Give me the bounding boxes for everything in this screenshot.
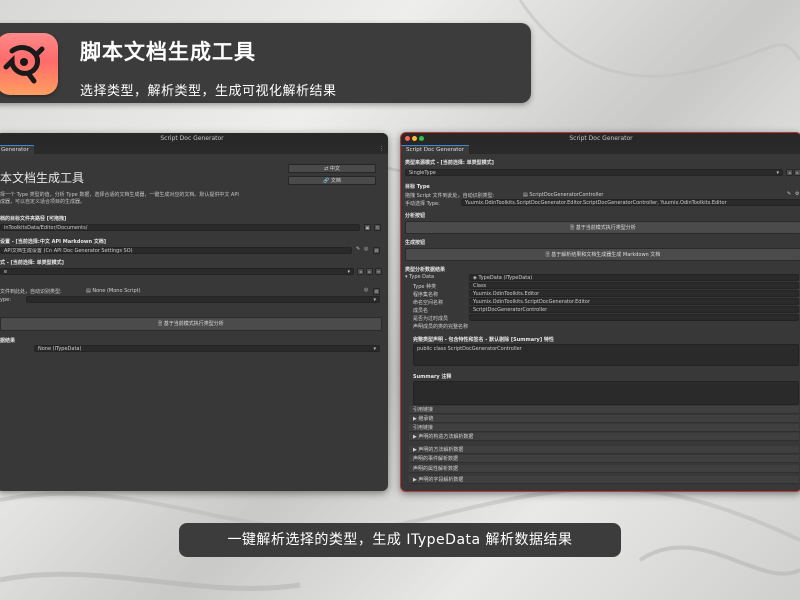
full-declaration-label: 完整类型声明 - 包含特性和签名 - 默认剔除 [Summary] 特性: [413, 337, 554, 343]
source-mode-label: 类型来源模式 - [当前选择: 单类型模式]: [405, 160, 494, 166]
next-icon[interactable]: ▸: [366, 268, 373, 275]
chevron-down-icon: ▾: [776, 170, 779, 176]
feature-caption: 一键解析选择的类型，生成 ITypeData 解析数据结果: [179, 523, 621, 557]
generate-markdown-button[interactable]: 🗎 基于解析结果和文档生成器生成 Markdown 文档: [405, 248, 800, 261]
full-declaration-field[interactable]: public class ScriptDocGeneratorControlle…: [413, 344, 799, 366]
type-label: ype:: [0, 297, 11, 303]
prop-value[interactable]: ScriptDocGeneratorController: [469, 306, 799, 313]
settings-icon[interactable]: ⚙: [373, 247, 380, 254]
result-label: 据结果: [0, 338, 16, 344]
drag-object-field[interactable]: ▤ ScriptDocGeneratorController: [523, 192, 603, 198]
description-line-2: 成器，可以自定义适合项目的生成器。: [0, 199, 86, 205]
tab-generator[interactable]: Generator: [0, 145, 34, 155]
chevron-down-icon: ▾: [347, 269, 350, 275]
target-icon[interactable]: ◎: [364, 287, 368, 293]
mode-dropdown[interactable]: e ▾: [0, 268, 354, 275]
type-dropdown[interactable]: ▾: [26, 296, 380, 303]
prev-icon[interactable]: ◂: [357, 268, 364, 275]
foldout-row[interactable]: 声明的事件解析数据: [409, 455, 799, 463]
generator-settings-label: 设置 - [当前选择:中文 API Markdown 文档]: [0, 239, 107, 245]
type-data-foldout[interactable]: ▾ Type Data: [405, 274, 434, 280]
settings-icon[interactable]: ⚙: [373, 288, 380, 295]
window-titlebar: Script Doc Generator: [0, 133, 388, 145]
window-title: Script Doc Generator: [160, 135, 224, 142]
prop-value[interactable]: Yuumix.OdinToolkits.Editor: [469, 290, 799, 297]
prop-label: 声明成员的类的完整名称: [413, 324, 469, 330]
generate-section-label: 生成按钮: [405, 240, 426, 246]
foldout-row[interactable]: ▶ 声明的构造方法解析数据: [409, 433, 799, 441]
link-icon: 🔗: [323, 178, 331, 184]
result-section-label: 类型分析数据结果: [405, 267, 446, 273]
manual-select-label: 手动选择 Type:: [405, 201, 440, 207]
menu-icon[interactable]: ≡: [375, 268, 382, 275]
source-mode-dropdown[interactable]: SingleType ▾: [405, 169, 783, 176]
doc-button[interactable]: 🔗 文档: [288, 176, 376, 185]
zoom-window-icon[interactable]: [419, 136, 424, 141]
prop-label: 程序集名称: [413, 292, 439, 298]
window-titlebar: Script Doc Generator: [401, 133, 800, 145]
analyze-button[interactable]: 🗎 基于当前模式执行类型分析: [405, 221, 800, 234]
summary-field[interactable]: [413, 381, 799, 405]
summary-label: Summary 注释: [413, 374, 452, 380]
analyze-section-label: 分析按钮: [405, 213, 426, 219]
app-logo-icon: [0, 33, 58, 95]
prop-value[interactable]: Class: [469, 282, 799, 289]
close-window-icon[interactable]: [405, 136, 410, 141]
edit-icon[interactable]: ✎: [356, 246, 360, 252]
cn-button[interactable]: ⇄ 中文: [288, 164, 376, 173]
drag-hint-label: 文件到此处，自动识别类型:: [0, 289, 62, 295]
foldout-row[interactable]: ▶ 声明的方法解析数据: [409, 446, 799, 454]
drag-object-field[interactable]: ▤ None (Mono Script): [86, 288, 141, 294]
generator-settings-field[interactable]: API文档生成设置 (Cn API Doc Generator Settings…: [0, 247, 352, 254]
prop-label: Type 种类: [413, 284, 437, 290]
page-subtitle: 选择类型，解析类型，生成可视化解析结果: [80, 84, 337, 99]
target-folder-field[interactable]: inToolkitsData/Editor/Documents/: [0, 224, 360, 231]
result-field[interactable]: None (ITypeData) ▾: [34, 345, 380, 352]
next-icon[interactable]: ▸: [794, 169, 800, 176]
tab-bar: Script Doc Generator: [401, 145, 800, 155]
prop-value[interactable]: Yuumix.OdinToolkits.ScriptDocGenerator.E…: [469, 298, 799, 305]
edit-icon[interactable]: ✎: [787, 191, 791, 197]
target-folder-label: 档的目标文件夹路径 [可拖拽]: [0, 216, 67, 222]
refresh-icon[interactable]: ↻: [374, 224, 381, 231]
more-menu-icon[interactable]: ⋮: [379, 146, 384, 152]
mode-label: 式 - [当前选择: 单类型模式]: [0, 260, 64, 266]
target-type-label: 目标 Type: [405, 184, 430, 190]
folder-icon[interactable]: ▣: [364, 224, 371, 231]
prop-label: 命名空间名称: [413, 300, 444, 306]
chevron-down-icon: ▾: [373, 297, 376, 303]
prev-icon[interactable]: ◂: [786, 169, 793, 176]
prop-label: 是否为过时成员: [413, 316, 449, 322]
left-editor-window: Script Doc Generator Generator ⋮ 本文档生成工具…: [0, 133, 388, 491]
manual-type-dropdown[interactable]: Yuumix.OdinToolkits.ScriptDocGenerator.E…: [461, 199, 800, 206]
chevron-down-icon: ▾: [373, 346, 376, 352]
foldout-row[interactable]: ▶ 声明的字段解析数据: [409, 476, 799, 484]
settings-icon[interactable]: ⚙: [795, 191, 799, 197]
page-title: 脚本文档生成工具: [80, 40, 256, 64]
window-title: Script Doc Generator: [569, 135, 633, 142]
description-line-1: 择一个 Type 类型的值，分析 Type 数据，选择合适的文档生成器，一键生成…: [0, 192, 239, 198]
foldout-row[interactable]: 引用链接: [409, 406, 799, 414]
prop-label: 成员名: [413, 308, 429, 314]
analyze-button[interactable]: 🗎 基于当前模式执行类型分析: [0, 317, 382, 331]
target-icon[interactable]: ◎: [364, 246, 368, 252]
tab-script-doc-generator[interactable]: Script Doc Generator: [401, 145, 470, 155]
tool-heading: 本文档生成工具: [0, 171, 85, 185]
minimize-window-icon[interactable]: [412, 136, 417, 141]
right-editor-window: Script Doc Generator Script Doc Generato…: [400, 132, 800, 492]
foldout-row[interactable]: ▶ 继承链: [409, 415, 799, 423]
drag-hint-label: 拖拽 Script 文件到此处，自动识别类型:: [405, 193, 495, 199]
tab-bar: Generator ⋮: [0, 145, 388, 155]
foldout-row[interactable]: 引用链接: [409, 424, 799, 432]
foldout-row[interactable]: 声明的属性解析数据: [409, 465, 799, 473]
prop-value[interactable]: [469, 314, 799, 321]
type-data-field[interactable]: ◈ TypeData (ITypeData): [469, 274, 799, 281]
